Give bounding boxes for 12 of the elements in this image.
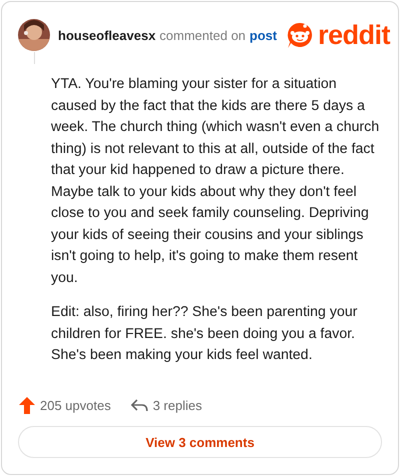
reply-count: 3 replies <box>152 398 202 413</box>
view-comments-button[interactable]: View 3 comments <box>18 426 382 458</box>
reddit-logo: reddit <box>318 22 390 48</box>
upvote-icon[interactable] <box>19 397 35 414</box>
action-text: commented on <box>160 28 246 42</box>
upvote-count: 205 upvotes <box>40 398 111 413</box>
username[interactable]: houseofleavesx <box>58 28 156 42</box>
snoo-icon <box>285 20 315 50</box>
comment-text: Edit: also, firing her?? She's been parenting your children for FREE. she's been doing you a favor. She's been making your kids feel wanted. <box>51 303 358 365</box>
reply-icon[interactable] <box>130 399 148 412</box>
post-link[interactable]: post <box>250 28 277 42</box>
comment-text: YTA. You're blaming your sister for a situation caused by the fact that the kids are there 5 days a week. The church thing (which wasn't even a church thing) is not relevant to this at all, outside of the fact that your kid happened to draw a picture there. Maybe talk to your kids about why they don't feel close to you and seek family counseling. Depriving your kids of seeing their cousins and your siblings isn't going to help, it's going to make them resent you. <box>51 75 380 288</box>
